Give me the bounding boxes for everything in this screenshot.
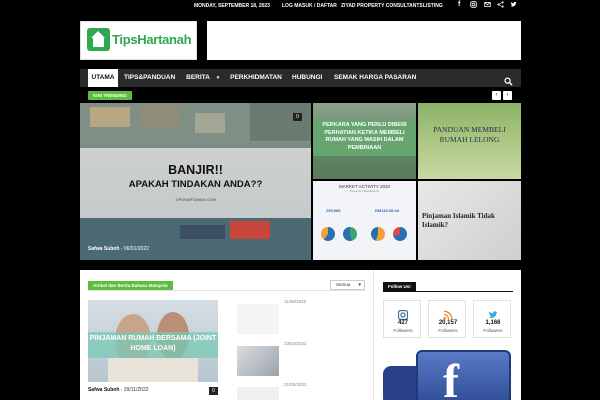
list-item[interactable]: 11/08/2022: [237, 299, 322, 335]
list-item-date: 21/03/2022: [284, 382, 307, 387]
trending-bar: KINI TRENDING ‹ ›: [80, 90, 521, 101]
follow-count: 427: [397, 320, 408, 326]
house-icon: [87, 28, 110, 51]
header-ad-banner[interactable]: [207, 21, 521, 60]
list-item-thumb: [237, 387, 279, 400]
nav-item-berita[interactable]: BERITA: [186, 69, 210, 87]
site-logo[interactable]: TipsHartanah: [80, 21, 197, 60]
follow-label: Followers: [393, 328, 413, 333]
share-icon[interactable]: [497, 1, 504, 10]
follow-card-twitter[interactable]: 1,166 Followers: [473, 300, 511, 338]
hero-article[interactable]: BANJIR!! APAKAH TINDAKAN ANDA?? TIPSHART…: [80, 103, 311, 260]
chevron-down-icon: ▾: [358, 282, 361, 288]
pie-chart-icon: [343, 227, 357, 241]
main-nav: UTAMA TIPS&PANDUAN BERITA ▾ PERKHIDMATAN…: [80, 69, 521, 87]
current-date: MONDAY, SEPTEMBER 18, 2023: [194, 3, 270, 9]
hero-meta: Safwa Suboh - 06/01/2022: [88, 246, 149, 252]
follow-label: Followers: [483, 328, 503, 333]
rss-icon: [443, 307, 453, 320]
nav-item-perkhidmatan[interactable]: PERKHIDMATAN: [230, 69, 282, 87]
instagram-icon: [397, 307, 409, 321]
hero-title-line2: APAKAH TINDAKAN ANDA??: [128, 179, 263, 190]
login-link[interactable]: LOG MASUK / DAFTAR: [282, 3, 337, 9]
list-item-date: 11/08/2022: [284, 299, 307, 304]
tile-perkara-title: PERKARA YANG PERLU DIBERI PERHATIAN KETI…: [322, 122, 407, 151]
tile-islamik-title: Pinjaman Islamik Tidak Islamik?: [422, 212, 495, 229]
top-bar: MONDAY, SEPTEMBER 18, 2023 LOG MASUK / D…: [0, 0, 600, 11]
section-badge: Artikel dan Berita Bahasa Malaysia: [88, 281, 173, 290]
tile-panduan-lelong[interactable]: PANDUAN MEMBELI RUMAH LELONG: [418, 103, 521, 179]
listing-link[interactable]: LISTING: [423, 3, 443, 9]
market-left-value: 295,968: [326, 208, 341, 213]
follow-title: Follow Us!: [383, 282, 416, 291]
facebook-like-banner[interactable]: f: [383, 348, 513, 400]
featured-article-image[interactable]: PINJAMAN RUMAH BERSAMA (JOINT HOME LOAN): [88, 300, 218, 382]
hero-comment-count[interactable]: 0: [293, 113, 302, 121]
follow-count: 20,157: [438, 320, 458, 326]
tile-lelong-title: PANDUAN MEMBELI RUMAH LELONG: [433, 125, 506, 144]
list-item-thumb: [237, 304, 279, 334]
twitter-icon: [488, 307, 498, 318]
pie-chart-icon: [371, 227, 385, 241]
follow-card-instagram[interactable]: 427 Followers: [383, 300, 421, 338]
featured-comment-count[interactable]: 0: [209, 387, 218, 395]
facebook-logo-box: [416, 350, 511, 400]
facebook-icon[interactable]: f: [458, 1, 460, 8]
instagram-icon[interactable]: [470, 1, 477, 10]
facebook-icon: f: [443, 355, 459, 400]
chevron-right-icon[interactable]: ›: [503, 91, 512, 100]
section-divider: [88, 290, 365, 291]
featured-meta: Safwa Suboh - 29/11/2022: [88, 387, 149, 393]
nav-item-hubungi[interactable]: HUBUNGI: [292, 69, 322, 87]
sidebar-separator: [373, 270, 374, 400]
pie-chart-icon: [321, 227, 335, 241]
market-subtitle: Property Transactions: [349, 189, 380, 193]
logo-text: TipsHartanah: [112, 32, 192, 47]
nav-item-utama[interactable]: UTAMA: [88, 69, 118, 87]
follow-label: Followers: [438, 328, 458, 333]
filter-dropdown[interactable]: Semua ▾: [330, 280, 365, 290]
tile-pinjaman-islamik[interactable]: Pinjaman Islamik Tidak Islamik?: [418, 181, 521, 260]
featured-author[interactable]: Safwa Suboh: [88, 387, 119, 393]
email-icon[interactable]: [484, 1, 491, 10]
hero-title-line1: BANJIR!!: [168, 163, 223, 177]
partner-link[interactable]: ZIYAD PROPERTY CONSULTANTS: [341, 3, 423, 9]
market-right-value: RM119.08 bil: [375, 208, 400, 213]
twitter-icon[interactable]: [510, 1, 517, 10]
nav-item-semak-harga[interactable]: SEMAK HARGA PASARAN: [334, 69, 416, 87]
sidebar-divider: [383, 291, 513, 292]
tile-market-activity[interactable]: MARKET ACTIVITY 2020 Property Transactio…: [313, 181, 416, 260]
filter-value: Semua: [336, 282, 351, 287]
hero-site-caption: TIPSHARTANAH.COM: [175, 197, 216, 202]
hero-date: 06/01/2022: [123, 246, 149, 252]
list-item[interactable]: 21/03/2022: [237, 382, 322, 400]
trending-badge: KINI TRENDING: [88, 91, 132, 100]
nav-item-tips-panduan[interactable]: TIPS&PANDUAN: [124, 69, 175, 87]
hero-author[interactable]: Safwa Suboh: [88, 246, 119, 252]
chevron-left-icon[interactable]: ‹: [492, 91, 501, 100]
list-item-date: 23/03/2022: [284, 341, 307, 346]
follow-card-rss[interactable]: 20,157 Followers: [428, 300, 466, 338]
follow-count: 1,166: [485, 320, 501, 326]
chevron-down-icon[interactable]: ▾: [213, 69, 223, 87]
pie-chart-icon: [393, 227, 407, 241]
search-icon[interactable]: [504, 73, 513, 86]
featured-title: PINJAMAN RUMAH BERSAMA (JOINT HOME LOAN): [89, 335, 217, 352]
list-item[interactable]: 23/03/2022: [237, 341, 322, 377]
list-item-thumb: [237, 346, 279, 376]
tile-perkara-perlu[interactable]: PERKARA YANG PERLU DIBERI PERHATIAN KETI…: [313, 103, 416, 179]
featured-date: 29/11/2022: [123, 387, 149, 393]
